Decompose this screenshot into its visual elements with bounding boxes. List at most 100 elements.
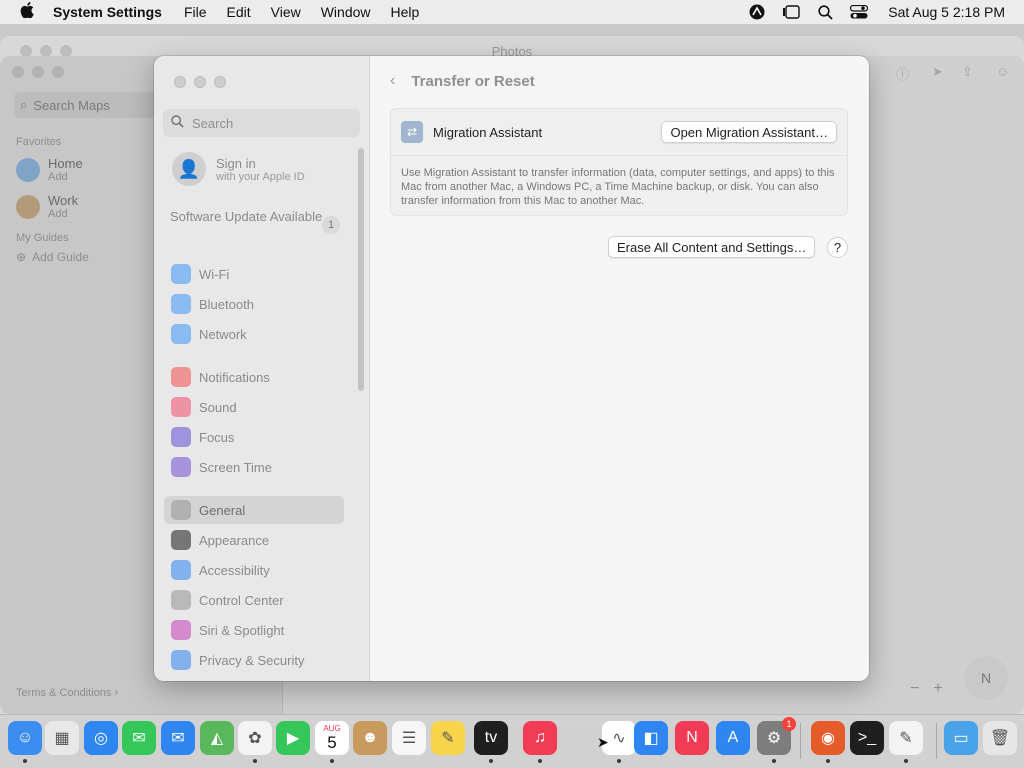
sidebar-item-appearance[interactable]: Appearance — [164, 526, 344, 554]
sidebar-item-label: Focus — [199, 429, 235, 445]
mail-icon[interactable]: ✉ — [161, 721, 195, 755]
textedit-icon[interactable]: ✎ — [889, 721, 923, 755]
migration-assistant-label: Migration Assistant — [433, 124, 543, 140]
maps-terms-link[interactable]: Terms & Conditions › — [16, 687, 118, 699]
sidebar-item-label: Bluetooth — [199, 296, 254, 312]
running-indicator — [617, 759, 621, 763]
finder-icon[interactable]: ☺ — [8, 721, 42, 755]
music-icon[interactable]: ♫ — [523, 721, 557, 755]
maps-icon[interactable]: ◭ — [200, 721, 234, 755]
wifi-icon — [171, 264, 191, 284]
apple-menu-icon[interactable] — [18, 2, 36, 22]
appearance-icon — [171, 530, 191, 550]
maps-favorite-home[interactable]: Home Add — [16, 156, 83, 183]
apple-id-signin[interactable]: 👤 Sign in with your Apple ID — [172, 152, 305, 186]
sidebar-item-general[interactable]: General — [164, 496, 344, 524]
minimize-window-button[interactable] — [194, 76, 206, 88]
sidebar-item-accessibility[interactable]: Accessibility — [164, 556, 344, 584]
speaker-icon — [171, 397, 191, 417]
hand-icon — [171, 650, 191, 670]
app-store-icon[interactable]: A — [716, 721, 750, 755]
sidebar-scrollbar[interactable] — [358, 148, 364, 391]
photos-icon[interactable]: ✿ — [238, 721, 272, 755]
close-window-button[interactable] — [174, 76, 186, 88]
calendar-icon[interactable]: AUG 5 — [315, 721, 349, 755]
dock-separator — [800, 723, 801, 759]
terminal-icon[interactable]: >_ — [850, 721, 884, 755]
plus-circle-icon: ⊕ — [16, 250, 27, 264]
tv-icon[interactable]: tv — [474, 721, 508, 755]
settings-sidebar: 👤 Sign in with your Apple ID Software Up… — [154, 56, 370, 681]
siri-icon — [171, 620, 191, 640]
maps-zoom-controls[interactable]: − + — [910, 680, 943, 698]
sidebar-item-screen-time[interactable]: Screen Time — [164, 453, 344, 481]
trash-icon[interactable]: 🗑 — [983, 721, 1017, 755]
sidebar-item-network[interactable]: Network — [164, 320, 344, 348]
share-icon[interactable]: ⇪ — [962, 64, 973, 80]
menu-window[interactable]: Window — [321, 4, 371, 20]
sidebar-item-label: Appearance — [199, 532, 270, 548]
sidebar-item-focus[interactable]: Focus — [164, 423, 344, 451]
maps-add-guide-label: Add Guide — [32, 250, 89, 264]
search-input[interactable] — [192, 115, 352, 131]
news-icon[interactable]: N — [675, 721, 709, 755]
sidebar-item-privacy-security[interactable]: Privacy & Security — [164, 646, 344, 674]
safari-icon[interactable]: ◎ — [84, 721, 118, 755]
launchpad-icon[interactable]: ▦ — [45, 721, 79, 755]
sidebar-item-sound[interactable]: Sound — [164, 393, 344, 421]
sidebar-item-siri-spotlight[interactable]: Siri & Spotlight — [164, 616, 344, 644]
menu-edit[interactable]: Edit — [227, 4, 251, 20]
help-button[interactable]: ? — [827, 237, 848, 258]
gear-icon — [171, 500, 191, 520]
maps-add-guide[interactable]: ⊕ Add Guide — [16, 250, 89, 264]
control-center-icon[interactable] — [850, 3, 869, 21]
open-migration-assistant-button[interactable]: Open Migration Assistant… — [661, 121, 837, 143]
facetime-icon[interactable]: ▶ — [276, 721, 310, 755]
sidebar-item-wi-fi[interactable]: Wi-Fi — [164, 260, 344, 288]
zoom-window-button[interactable] — [214, 76, 226, 88]
vpn-status-icon[interactable] — [748, 3, 766, 21]
sidebar-item-bluetooth[interactable]: Bluetooth — [164, 290, 344, 318]
maps-favorite-work[interactable]: Work Add — [16, 193, 78, 220]
migration-assistant-description: Use Migration Assistant to transfer info… — [401, 167, 835, 207]
erase-all-content-button[interactable]: Erase All Content and Settings… — [608, 236, 816, 258]
location-icon[interactable]: ➤ — [932, 64, 943, 80]
maps-compass[interactable]: N — [964, 656, 1008, 700]
menu-clock[interactable]: Sat Aug 5 2:18 PM — [888, 4, 1005, 20]
keynote-icon[interactable]: ◧ — [634, 721, 668, 755]
reminders-icon[interactable]: ☰ — [392, 721, 426, 755]
menu-file[interactable]: File — [184, 4, 207, 20]
globe-icon — [171, 324, 191, 344]
stage-manager-icon[interactable] — [782, 3, 800, 21]
zoom-out-icon[interactable]: − — [910, 680, 919, 698]
system-settings-window: 👤 Sign in with your Apple ID Software Up… — [154, 56, 869, 681]
contacts-icon[interactable]: ☻ — [353, 721, 387, 755]
control-center-icon — [171, 590, 191, 610]
mouse-cursor-icon: ➤ — [597, 734, 609, 750]
firefox-icon[interactable]: ◉ — [811, 721, 845, 755]
menu-app-name[interactable]: System Settings — [53, 4, 162, 20]
downloads-folder-icon[interactable]: ▭ — [944, 721, 978, 755]
sidebar-item-control-center[interactable]: Control Center — [164, 586, 344, 614]
menu-view[interactable]: View — [271, 4, 301, 20]
zoom-in-icon[interactable]: + — [933, 680, 942, 698]
person-icon[interactable]: ☺ — [996, 64, 1009, 79]
back-chevron-icon[interactable]: ‹ — [390, 72, 395, 90]
info-icon[interactable]: ⓘ — [896, 64, 909, 83]
messages-icon[interactable]: ✉ — [122, 721, 156, 755]
running-indicator — [489, 759, 493, 763]
spotlight-search-icon[interactable] — [816, 3, 834, 21]
maps-favorite-sub: Add — [48, 208, 68, 220]
maps-search-placeholder: Search Maps — [33, 97, 110, 113]
maps-favorite-name: Work — [48, 193, 79, 208]
sidebar-search[interactable] — [163, 109, 360, 137]
maps-search-field[interactable]: ⌕ Search Maps — [14, 92, 164, 118]
notes-icon[interactable]: ✎ — [431, 721, 465, 755]
sidebar-item-notifications[interactable]: Notifications — [164, 363, 344, 391]
bluetooth-icon — [171, 294, 191, 314]
maps-favorite-name: Home — [48, 156, 83, 171]
search-icon — [171, 115, 184, 131]
system-settings-icon[interactable]: ⚙ 1 — [757, 717, 796, 755]
software-update-item[interactable]: Software Update Available 1 — [170, 209, 340, 234]
menu-help[interactable]: Help — [391, 4, 420, 20]
